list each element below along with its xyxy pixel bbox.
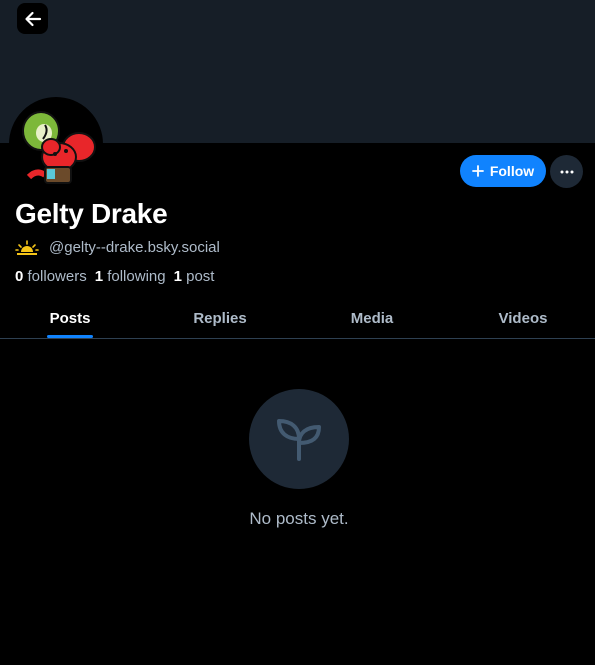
- follow-button-label: Follow: [489, 163, 535, 179]
- tab-replies[interactable]: Replies: [170, 298, 270, 338]
- more-options-button[interactable]: [550, 155, 583, 188]
- posts-count: 1: [173, 268, 182, 285]
- following-stat[interactable]: 1 following: [95, 268, 166, 285]
- posts-stat: 1 post: [174, 268, 215, 285]
- profile-tabs: Posts Replies Media Videos: [0, 298, 595, 339]
- followers-label: followers: [27, 268, 87, 285]
- tab-media-label: Media: [350, 309, 394, 327]
- tab-media[interactable]: Media: [322, 298, 422, 338]
- tab-videos[interactable]: Videos: [473, 298, 573, 338]
- tab-posts[interactable]: Posts: [20, 298, 120, 338]
- active-tab-indicator: [47, 335, 93, 338]
- sun-rising-icon: [15, 239, 39, 256]
- follow-button[interactable]: Follow: [460, 155, 546, 187]
- tab-videos-label: Videos: [498, 309, 548, 327]
- avatar[interactable]: [9, 97, 103, 191]
- empty-state-icon-circle: [249, 389, 349, 489]
- ellipsis-icon: [560, 170, 574, 174]
- posts-label: post: [186, 268, 215, 285]
- arrow-left-icon: [23, 9, 43, 29]
- following-label: following: [107, 268, 166, 285]
- followers-count: 0: [15, 268, 24, 285]
- following-count: 1: [94, 268, 104, 285]
- followers-stat[interactable]: 0 followers: [15, 268, 87, 285]
- stats-row: 0 followers 1 following 1 post: [15, 268, 222, 285]
- avatar-image: [11, 99, 101, 189]
- handle-text: @gelty--drake.bsky.social: [49, 239, 220, 256]
- tab-posts-label: Posts: [49, 309, 91, 327]
- tab-replies-label: Replies: [193, 309, 247, 327]
- plus-icon: [471, 165, 484, 177]
- sprout-icon: [273, 413, 325, 465]
- profile-page: Follow Gelty Drake @gelty--drake.bsky.so…: [0, 0, 595, 665]
- handle-row: @gelty--drake.bsky.social: [15, 239, 220, 256]
- empty-state-message: No posts yet.: [249, 509, 349, 528]
- display-name: Gelty Drake: [15, 198, 168, 229]
- back-button[interactable]: [17, 3, 48, 34]
